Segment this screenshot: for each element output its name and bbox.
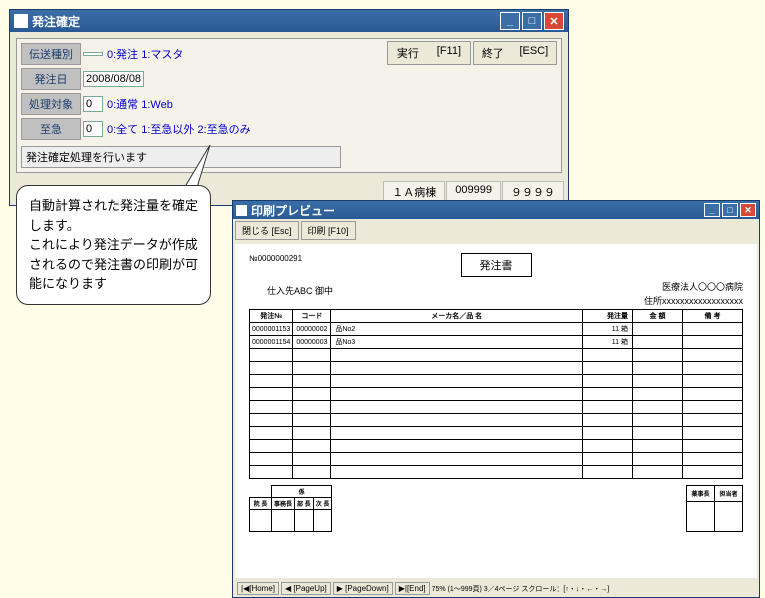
titlebar[interactable]: 発注確定 _ □ ✕ (10, 10, 568, 32)
th-code: コード (293, 310, 331, 323)
callout-text: 自動計算された発注量を確定します。 これにより発注データが作成されるので発注書の… (29, 196, 198, 294)
table-row: 000000115400000003品No311 箱 (250, 336, 743, 349)
table-row (250, 388, 743, 401)
table-row (250, 401, 743, 414)
table-row (250, 440, 743, 453)
window-title: 発注確定 (32, 13, 500, 30)
nav-home-button[interactable]: |◀[Home] (237, 582, 279, 595)
close-preview-button[interactable]: 閉じる [Esc] (235, 221, 299, 240)
table-row (250, 362, 743, 375)
label-date: 発注日 (21, 68, 81, 90)
signature-table-left: 係 院 長 事務長 部 長 次 長 (249, 485, 332, 532)
maximize-button[interactable]: □ (522, 12, 542, 30)
hint-urgent: 0:全て 1:至急以外 2:至急のみ (107, 121, 251, 137)
order-table: 発注№ コード メーカ名／品 名 発注量 金 額 備 考 00000011530… (249, 309, 743, 479)
th-no: 発注№ (250, 310, 293, 323)
table-row (250, 466, 743, 479)
table-row (250, 349, 743, 362)
table-row (250, 375, 743, 388)
table-row (250, 453, 743, 466)
minimize-button[interactable]: _ (704, 203, 720, 217)
help-callout: 自動計算された発注量を確定します。 これにより発注データが作成されるので発注書の… (16, 185, 211, 305)
window-title: 印刷プレビュー (251, 202, 704, 219)
order-confirm-window: 発注確定 _ □ ✕ 実行 [F11] 終了 [ESC] 伝送種別 0:発注 (9, 9, 569, 206)
minimize-button[interactable]: _ (500, 12, 520, 30)
th-amt: 金 額 (633, 310, 683, 323)
table-row (250, 427, 743, 440)
input-date[interactable]: 2008/08/08 (83, 71, 144, 87)
hint-type: 0:発注 1:マスタ (107, 46, 183, 62)
label-target: 処理対象 (21, 93, 81, 115)
preview-document: №0000000291 発注書 医療法人〇〇〇病院 住所xxxxxxxxxxxx… (235, 244, 757, 578)
toolbar: 閉じる [Esc] 印刷 [F10] (233, 219, 759, 242)
maximize-button[interactable]: □ (722, 203, 738, 217)
th-name: メーカ名／品 名 (331, 310, 583, 323)
titlebar[interactable]: 印刷プレビュー _ □ ✕ (233, 201, 759, 219)
close-button[interactable]: ✕ (544, 12, 564, 30)
th-rem: 備 考 (683, 310, 743, 323)
close-button[interactable]: ✕ (740, 203, 756, 217)
execute-button[interactable]: 実行 [F11] (387, 41, 471, 65)
doc-title: 発注書 (461, 253, 532, 277)
input-target[interactable]: 0 (83, 96, 103, 112)
app-icon (236, 205, 247, 216)
input-urgent[interactable]: 0 (83, 121, 103, 137)
exit-button[interactable]: 終了 [ESC] (473, 41, 557, 65)
hint-target: 0:通常 1:Web (107, 96, 173, 112)
input-type[interactable] (83, 52, 103, 56)
table-row: 000000115300000002品No211 箱 (250, 323, 743, 336)
page-info: 75% (1～999頁) 3／4ページ スクロール：[↑・↓・←・→] (432, 584, 755, 594)
print-preview-window: 印刷プレビュー _ □ ✕ 閉じる [Esc] 印刷 [F10] №000000… (232, 200, 760, 598)
table-row (250, 414, 743, 427)
label-type: 伝送種別 (21, 43, 81, 65)
label-urgent: 至急 (21, 118, 81, 140)
signature-table-right: 薬事長 担当者 (686, 485, 743, 532)
nav-end-button[interactable]: ▶|[End] (395, 582, 430, 595)
app-icon (14, 14, 28, 28)
nav-pageup-button[interactable]: ◀ [PageUp] (281, 582, 331, 595)
th-qty: 発注量 (583, 310, 633, 323)
nav-pagedown-button[interactable]: ▶ [PageDown] (333, 582, 393, 595)
preview-footer: |◀[Home] ◀ [PageUp] ▶ [PageDown] ▶|[End]… (233, 580, 759, 597)
print-button[interactable]: 印刷 [F10] (301, 221, 356, 240)
